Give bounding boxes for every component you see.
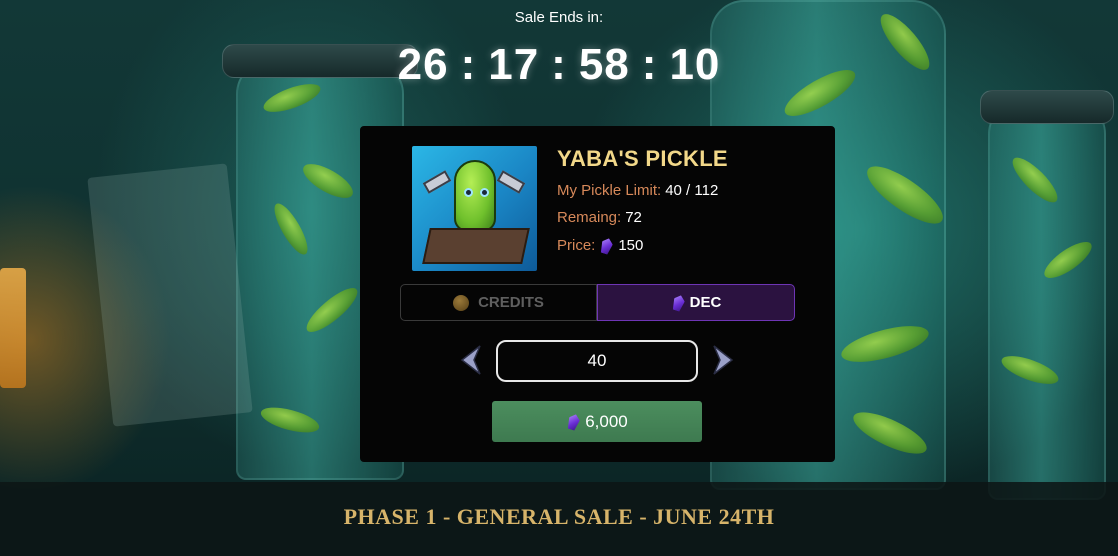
price-label: Price: — [557, 237, 596, 254]
pickle-limit-row: My Pickle Limit: 40 / 112 — [557, 182, 718, 199]
phase-banner: PHASE 1 - GENERAL SALE - JUNE 24TH — [343, 504, 775, 529]
price-value: 150 — [618, 237, 644, 254]
buy-button[interactable]: 6,000 — [492, 401, 702, 442]
pickle-limit-label: My Pickle Limit: — [557, 182, 662, 199]
countdown-separator: : — [641, 40, 658, 89]
pickle-eye-left — [464, 188, 473, 197]
tab-credits-label: CREDITS — [478, 294, 544, 311]
tab-dec-label: DEC — [689, 294, 722, 311]
pickle-eye-right — [480, 188, 489, 197]
countdown-separator: : — [551, 40, 567, 89]
product-image — [412, 146, 537, 271]
increment-arrow-icon[interactable] — [710, 344, 736, 376]
quantity-input[interactable]: 40 — [496, 340, 698, 382]
lantern — [0, 268, 26, 388]
pickle-character — [454, 160, 496, 232]
countdown-seconds: 10 — [669, 40, 721, 89]
remaining-label: Remaing: — [557, 209, 622, 226]
sale-ends-label: Sale Ends in: — [514, 9, 604, 26]
tube-cap-right — [980, 90, 1114, 124]
dec-gem-icon — [670, 293, 685, 312]
machine-arm-right — [496, 170, 526, 194]
pickle-machine — [422, 228, 530, 264]
pickle-limit-value: 40 / 112 — [665, 182, 719, 199]
countdown-minutes: 58 — [578, 40, 630, 89]
decrement-arrow-icon[interactable] — [458, 344, 484, 376]
countdown-hours: 17 — [488, 40, 540, 89]
countdown-timer: 26:17:58:10 — [0, 40, 1118, 90]
product-title: YABA'S PICKLE — [557, 146, 728, 171]
tab-dec[interactable]: DEC — [597, 284, 795, 321]
tab-credits[interactable]: CREDITS — [400, 284, 597, 321]
pickle-tube-right — [988, 100, 1106, 500]
buy-button-label: 6,000 — [585, 411, 628, 431]
dec-gem-icon — [599, 236, 614, 255]
remaining-value: 72 — [625, 209, 642, 226]
credits-coin-icon — [453, 294, 470, 311]
price-row: Price: 150 — [557, 237, 643, 254]
dec-gem-icon — [566, 412, 581, 431]
remaining-row: Remaing: 72 — [557, 209, 642, 226]
countdown-days: 26 — [397, 40, 449, 89]
purchase-card: YABA'S PICKLE My Pickle Limit: 40 / 112 … — [360, 126, 835, 462]
machine-arm-left — [422, 170, 452, 194]
countdown-separator: : — [460, 40, 477, 89]
wall-sketch — [87, 163, 253, 427]
